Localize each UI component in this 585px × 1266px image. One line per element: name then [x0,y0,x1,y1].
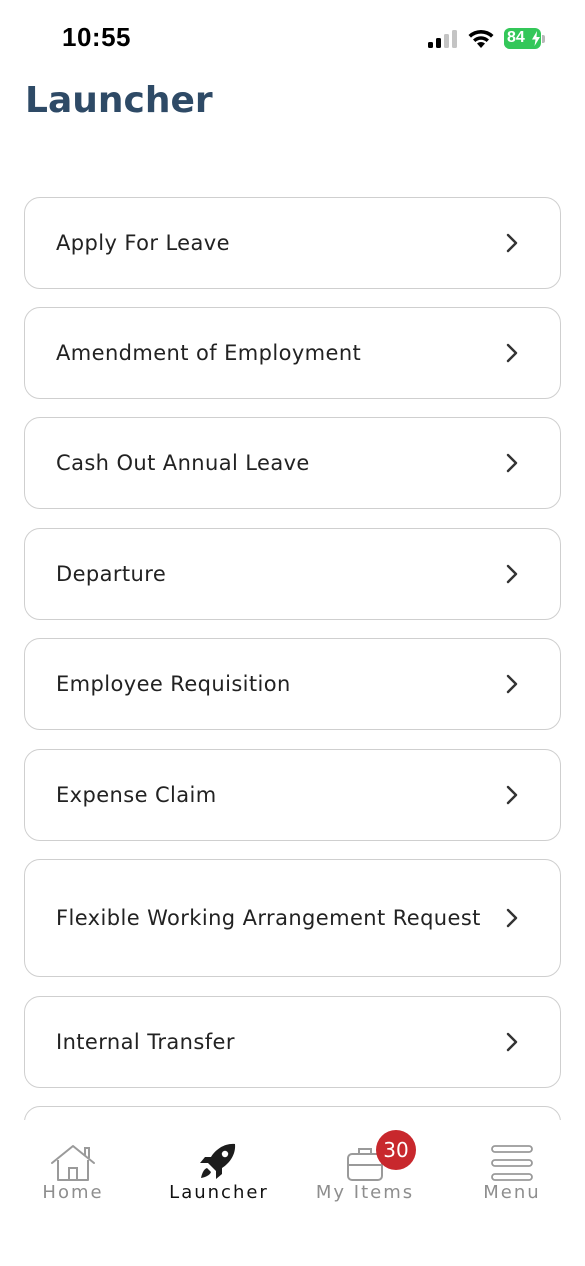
launcher-item-expense-claim[interactable]: Expense Claim [24,749,561,841]
chevron-right-icon [506,785,518,805]
launcher-item-label: Apply For Leave [56,231,230,255]
launcher-item-label: Departure [56,562,167,586]
launcher-item-internal-transfer[interactable]: Internal Transfer [24,996,561,1088]
tab-bar: Home Launcher 30 My Items Menu [0,1120,585,1266]
chevron-right-icon [506,908,518,928]
launcher-list[interactable]: Apply For Leave Amendment of Employment … [24,197,561,1120]
house-icon [51,1145,95,1181]
battery-indicator: 84 [504,28,546,49]
status-time: 10:55 [62,22,131,52]
launcher-item-label: Internal Transfer [56,1030,235,1054]
charging-bolt-icon [532,31,540,46]
hamburger-menu-icon [491,1145,533,1181]
chevron-right-icon [506,453,518,473]
cellular-signal-icon [428,30,457,48]
launcher-item-label: Amendment of Employment [56,341,362,365]
tab-my-items[interactable]: 30 My Items [292,1120,438,1220]
rocket-icon [200,1143,236,1179]
launcher-item-label: Flexible Working Arrangement Request [56,906,481,930]
launcher-item-apply-for-leave[interactable]: Apply For Leave [24,197,561,289]
launcher-item-label: Employee Requisition [56,672,291,696]
tab-label: My Items [315,1182,415,1203]
launcher-item-flexible-working-arrangement-request[interactable]: Flexible Working Arrangement Request [24,859,561,977]
chevron-right-icon [506,233,518,253]
launcher-screen: 10:55 84 Launcher Apply For Leave Amendm… [0,0,585,1266]
tab-home[interactable]: Home [0,1120,146,1220]
launcher-item-cash-out-annual-leave[interactable]: Cash Out Annual Leave [24,417,561,509]
tab-label: Menu [483,1182,541,1203]
tab-launcher[interactable]: Launcher [146,1120,292,1220]
chevron-right-icon [506,343,518,363]
launcher-item-partial[interactable] [24,1106,561,1120]
launcher-item-departure[interactable]: Departure [24,528,561,620]
tab-menu[interactable]: Menu [439,1120,585,1220]
launcher-item-label: Cash Out Annual Leave [56,451,310,475]
my-items-badge: 30 [376,1130,416,1170]
chevron-right-icon [506,1032,518,1052]
battery-cap [542,35,545,43]
tab-label: Home [42,1182,104,1203]
launcher-item-employee-requisition[interactable]: Employee Requisition [24,638,561,730]
page-title: Launcher [25,80,213,121]
wifi-icon [468,29,494,48]
chevron-right-icon [506,674,518,694]
launcher-item-label: Expense Claim [56,783,217,807]
tab-label: Launcher [169,1182,269,1203]
battery-body: 84 [504,28,541,49]
battery-percent: 84 [507,29,525,46]
status-bar: 10:55 84 [0,0,585,78]
chevron-right-icon [506,564,518,584]
launcher-item-amendment-of-employment[interactable]: Amendment of Employment [24,307,561,399]
